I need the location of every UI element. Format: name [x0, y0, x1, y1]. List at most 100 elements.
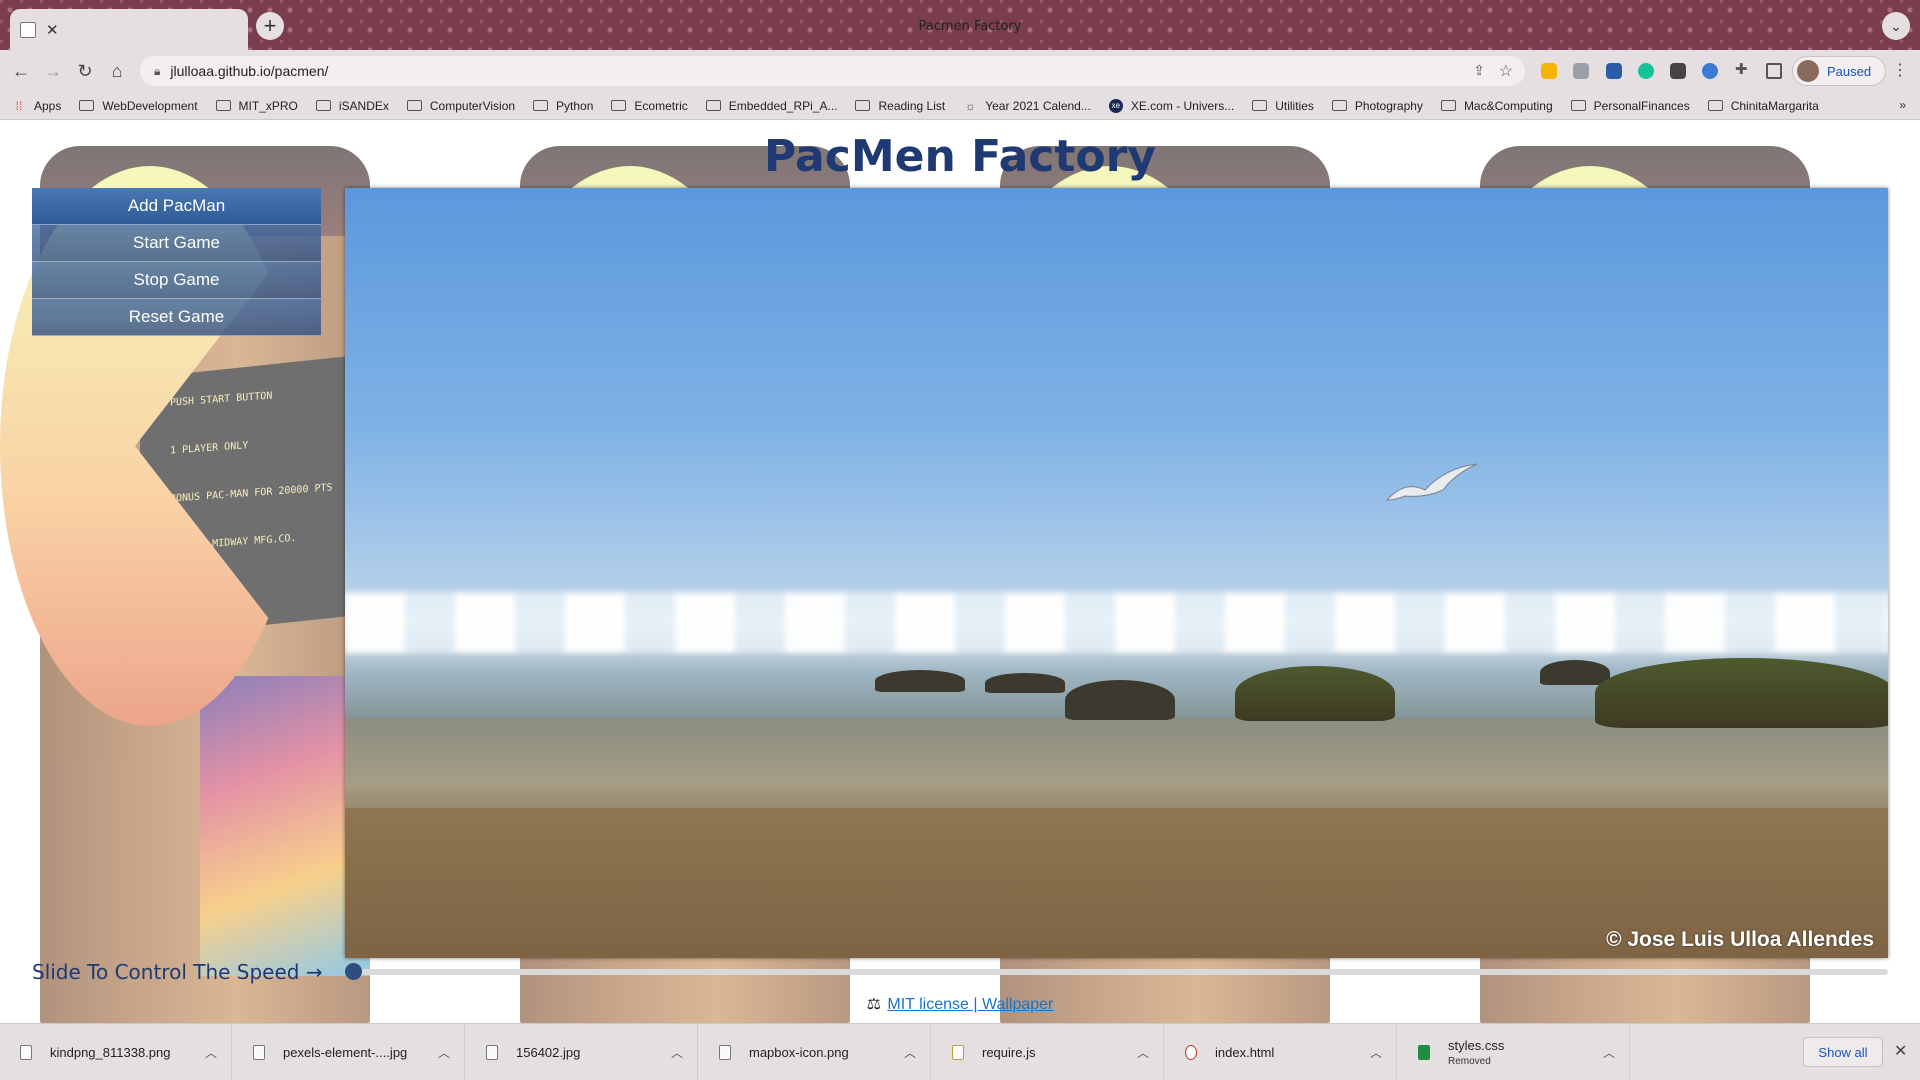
add-pacman-button[interactable]: Add PacMan — [32, 188, 321, 225]
bookmark-xe[interactable]: xe XE.com - Univers... — [1108, 98, 1234, 113]
bookmark-reading-list[interactable]: Reading List — [855, 99, 945, 113]
download-item[interactable]: require.js ︿ — [932, 1024, 1164, 1080]
bookmark-ecometric[interactable]: Ecometric — [611, 99, 688, 113]
bookmark-utilities[interactable]: Utilities — [1252, 99, 1314, 113]
start-game-button[interactable]: Start Game — [32, 225, 321, 262]
folder-icon — [1331, 100, 1347, 111]
bookmark-python[interactable]: Python — [533, 99, 593, 113]
page-content: PUSH START BUTTON 1 PLAYER ONLY BONUS PA… — [0, 121, 1920, 1023]
side-panel-icon[interactable] — [1766, 63, 1782, 79]
bookmark-label: ChinitaMargarita — [1730, 98, 1819, 113]
bookmark-star-icon[interactable]: ☆ — [1499, 61, 1513, 81]
chevron-up-icon[interactable]: ︿ — [1603, 1044, 1615, 1061]
game-board[interactable]: © Jose Luis Ulloa Allendes — [345, 188, 1888, 958]
download-item[interactable]: mapbox-icon.png ︿ — [699, 1024, 931, 1080]
chrome-file-icon — [1185, 1045, 1197, 1060]
reload-icon[interactable]: ↻ — [72, 58, 98, 84]
bookmark-photography[interactable]: Photography — [1331, 99, 1423, 113]
dark-extension-icon[interactable] — [1670, 63, 1686, 79]
download-item[interactable]: kindpng_811338.png ︿ — [0, 1024, 232, 1080]
chevron-up-icon[interactable]: ︿ — [1137, 1044, 1149, 1061]
apps-grid-icon: ⁞⁞ — [15, 98, 23, 113]
license-link[interactable]: MIT license | Wallpaper — [887, 996, 1053, 1013]
bookmark-label: WebDevelopment — [102, 98, 198, 113]
folder-icon — [1440, 100, 1456, 111]
chevron-up-icon[interactable]: ︿ — [1370, 1044, 1382, 1061]
bookmark-mac-computing[interactable]: Mac&Computing — [1440, 98, 1553, 113]
speed-slider[interactable] — [345, 969, 1888, 975]
k-extension-icon[interactable] — [1606, 63, 1622, 79]
bookmark-label: iSANDEx — [338, 98, 389, 113]
download-status: Removed — [1448, 1056, 1491, 1067]
calendar-icon: ☼ — [964, 98, 976, 113]
browser-menu-icon[interactable]: ⋮ — [1892, 60, 1908, 80]
download-item[interactable]: index.html ︿ — [1165, 1024, 1397, 1080]
folder-icon — [1707, 100, 1723, 111]
file-icon — [20, 1045, 32, 1060]
bookmark-chinita-margarita[interactable]: ChinitaMargarita — [1707, 98, 1819, 113]
bookmarks-bar: ⁞⁞ Apps WebDevelopment MIT_xPRO iSANDEx C… — [0, 92, 1920, 120]
folder-icon — [1252, 100, 1268, 111]
wallpaper-rock — [1065, 680, 1175, 720]
footer: ⚖ MIT license | Wallpaper — [0, 994, 1920, 1014]
sync-extension-icon[interactable] — [1702, 63, 1718, 79]
download-item[interactable]: 156402.jpg ︿ — [466, 1024, 698, 1080]
bookmark-computervision[interactable]: ComputerVision — [406, 98, 516, 113]
profile-button[interactable]: Paused — [1792, 56, 1886, 86]
bookmark-label: Apps — [34, 98, 62, 113]
address-url[interactable]: jlulloaa.github.io/pacmen/ — [170, 63, 328, 79]
stop-game-button[interactable]: Stop Game — [32, 262, 321, 299]
folder-icon — [611, 100, 627, 111]
download-item[interactable]: pexels-element-....jpg ︿ — [233, 1024, 465, 1080]
folder-icon — [705, 100, 721, 111]
chevron-up-icon[interactable]: ︿ — [904, 1044, 916, 1061]
forward-arrow-icon[interactable]: → — [40, 58, 66, 84]
reset-game-button[interactable]: Reset Game — [32, 299, 321, 336]
chevron-up-icon[interactable]: ︿ — [205, 1044, 217, 1061]
download-filename: styles.css — [1448, 1038, 1505, 1053]
download-item[interactable]: styles.css Removed ︿ — [1398, 1024, 1630, 1080]
close-icon[interactable]: ✕ — [1894, 1041, 1907, 1061]
xe-icon: xe — [1108, 98, 1123, 113]
folder-icon — [533, 100, 549, 111]
speed-slider-thumb[interactable] — [345, 963, 362, 980]
browser-toolbar: ← → ↻ ⌂ 🔒︎ jlulloaa.github.io/pacmen/ ⇪ … — [0, 50, 1920, 92]
bookmark-mit-xpro[interactable]: MIT_xPRO — [215, 98, 298, 113]
tab-title: Pacmen Factory — [918, 19, 1022, 34]
tab-strip: Pacmen Factory ✕ + ⌄ — [0, 0, 1920, 50]
lock-icon[interactable]: 🔒︎ — [154, 64, 160, 79]
back-arrow-icon[interactable]: ← — [8, 58, 34, 84]
grammarly-extension-icon[interactable] — [1638, 63, 1654, 79]
address-bar[interactable]: 🔒︎ jlulloaa.github.io/pacmen/ ⇪ ☆ — [140, 56, 1525, 86]
google-drive-extension-icon[interactable] — [1541, 63, 1557, 79]
bookmark-isandex[interactable]: iSANDEx — [315, 98, 389, 113]
bookmark-label: Utilities — [1275, 98, 1314, 113]
bookmark-apps[interactable]: ⁞⁞ Apps — [12, 98, 62, 113]
browser-tab[interactable]: Pacmen Factory ✕ — [10, 9, 1021, 50]
wallpaper-credit: © Jose Luis Ulloa Allendes — [1606, 928, 1874, 951]
search-extension-icon[interactable] — [1573, 63, 1589, 79]
bookmark-personal-finances[interactable]: PersonalFinances — [1570, 99, 1690, 113]
folder-icon — [406, 100, 422, 111]
file-icon — [719, 1045, 731, 1060]
css-file-icon — [1418, 1045, 1430, 1060]
bookmarks-overflow-icon[interactable]: » — [1899, 98, 1906, 112]
share-icon[interactable]: ⇪ — [1473, 62, 1485, 79]
download-filename: require.js — [982, 1045, 1036, 1060]
new-tab-button[interactable]: + — [256, 12, 284, 40]
bookmark-year-calendar[interactable]: ☼ Year 2021 Calend... — [963, 99, 1091, 113]
extensions-puzzle-icon[interactable]: ✚ — [1735, 62, 1751, 78]
wallpaper-surf — [345, 593, 1888, 653]
show-all-downloads-button[interactable]: Show all — [1803, 1037, 1883, 1067]
chevron-up-icon[interactable]: ︿ — [671, 1044, 683, 1061]
bookmark-label: Mac&Computing — [1463, 98, 1553, 113]
bookmark-webdevelopment[interactable]: WebDevelopment — [79, 98, 198, 113]
chevron-up-icon[interactable]: ︿ — [438, 1044, 450, 1061]
home-icon[interactable]: ⌂ — [104, 58, 130, 84]
download-filename-group: styles.css Removed — [1448, 1038, 1603, 1067]
bookmark-label: ComputerVision — [429, 98, 516, 113]
bookmark-embedded-rpi[interactable]: Embedded_RPi_A... — [705, 99, 837, 113]
bookmark-label: MIT_xPRO — [238, 98, 298, 113]
folder-icon — [215, 100, 231, 111]
tab-search-button[interactable]: ⌄ — [1882, 12, 1910, 40]
